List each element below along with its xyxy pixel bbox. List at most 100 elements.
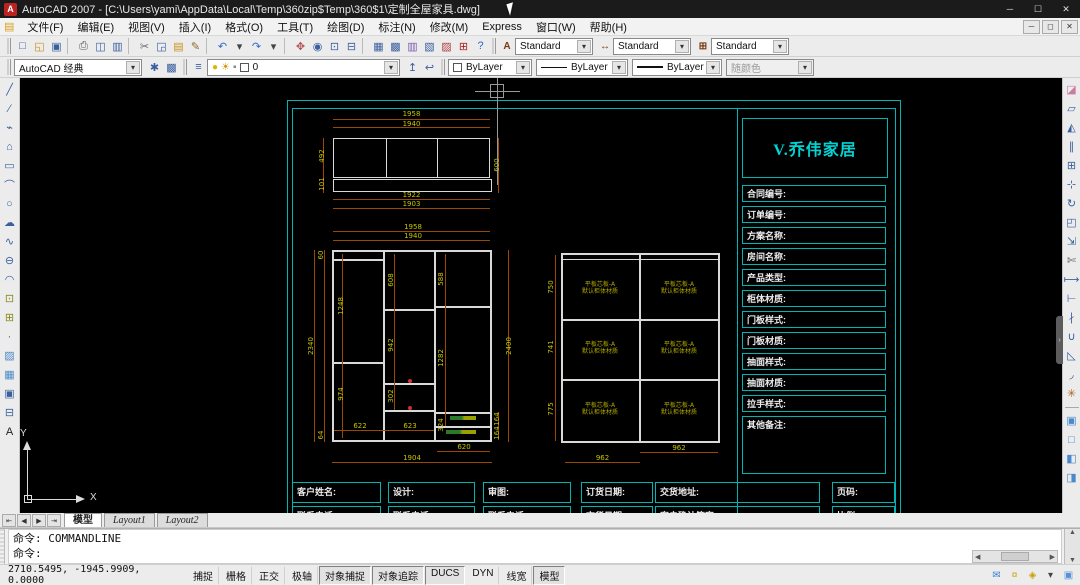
plot-icon[interactable]: ⎙	[75, 38, 92, 54]
chevron-down-icon[interactable]: ▾	[384, 61, 398, 74]
trim-icon[interactable]: ✄	[1064, 251, 1080, 270]
workspace-combo[interactable]: AutoCAD 经典 ▾	[14, 59, 142, 76]
ellipse-icon[interactable]: ⊖	[2, 251, 18, 270]
point-icon[interactable]: ·	[2, 327, 18, 346]
menu-draw[interactable]: 绘图(D)	[320, 18, 371, 35]
toggle-lineweight[interactable]: 线宽	[500, 566, 532, 585]
toolbar-grip[interactable]	[7, 38, 11, 54]
fillet-icon[interactable]: ◞	[1064, 365, 1080, 384]
polyline-icon[interactable]: ⌁	[2, 118, 18, 137]
hatch-icon[interactable]: ▨	[2, 346, 18, 365]
rotate-icon[interactable]: ↻	[1064, 194, 1080, 213]
toggle-ortho[interactable]: 正交	[253, 566, 285, 585]
table-style-icon[interactable]: ⊞	[695, 38, 711, 54]
line-icon[interactable]: ╱	[2, 80, 18, 99]
circle-icon[interactable]: ○	[2, 194, 18, 213]
layer-lock-icon[interactable]: ▪	[233, 62, 237, 73]
extend-icon[interactable]: ⟼	[1064, 270, 1080, 289]
dim-style-icon[interactable]: ↔	[597, 38, 613, 54]
zoom-previous-icon[interactable]: ⊟	[343, 38, 360, 54]
menu-tools[interactable]: 工具(T)	[270, 18, 320, 35]
communication-center-icon[interactable]: ✉	[989, 568, 1004, 583]
layer-combo[interactable]: ● ☀ ▪ 0 ▾	[207, 59, 400, 76]
menu-dimension[interactable]: 标注(N)	[371, 18, 422, 35]
region-icon[interactable]: ▣	[2, 384, 18, 403]
linetype-combo[interactable]: ByLayer ▾	[536, 59, 628, 76]
spline-icon[interactable]: ∿	[2, 232, 18, 251]
mtext-icon[interactable]: A	[2, 422, 18, 441]
toolbar-grip[interactable]	[492, 38, 496, 54]
chevron-down-icon[interactable]: ▾	[126, 61, 140, 74]
revision-cloud-icon[interactable]: ☁	[2, 213, 18, 232]
status-menu-arrow-icon[interactable]: ▾	[1043, 568, 1058, 583]
chevron-down-icon[interactable]: ▾	[706, 61, 720, 74]
tab-prev-button[interactable]: ◀	[17, 514, 31, 527]
toggle-polar[interactable]: 极轴	[286, 566, 318, 585]
layer-properties-icon[interactable]: ≡	[190, 59, 207, 75]
workspace-settings-icon[interactable]: ✱	[146, 59, 163, 75]
designcenter-icon[interactable]: ▩	[387, 38, 404, 54]
move-icon[interactable]: ⊹	[1064, 175, 1080, 194]
clean-screen-icon[interactable]: ▣	[1061, 568, 1076, 583]
save-icon[interactable]: ▣	[48, 38, 65, 54]
toggle-dyn[interactable]: DYN	[466, 566, 499, 585]
doc-restore-button[interactable]: ◻	[1042, 20, 1059, 34]
undo-icon[interactable]: ↶	[214, 38, 231, 54]
mirror-icon[interactable]: ◭	[1064, 118, 1080, 137]
stretch-icon[interactable]: ⇲	[1064, 232, 1080, 251]
layer-previous-icon[interactable]: ↩	[421, 59, 438, 75]
scale-icon[interactable]: ◰	[1064, 213, 1080, 232]
open-icon[interactable]: ◱	[31, 38, 48, 54]
ellipse-arc-icon[interactable]: ◠	[2, 270, 18, 289]
drawing-canvas[interactable]: V.乔伟家居 合同编号:订单编号:方案名称:房间名称:产品类型:柜体材质:门板样…	[20, 78, 1062, 513]
chevron-down-icon[interactable]: ▾	[675, 40, 689, 53]
toolbar-unlock-icon[interactable]: ¤	[1007, 568, 1022, 583]
break-at-point-icon[interactable]: ⊢	[1064, 289, 1080, 308]
command-window-handle[interactable]	[0, 529, 5, 564]
close-button[interactable]: ✕	[1052, 0, 1080, 18]
zoom-realtime-icon[interactable]: ◉	[309, 38, 326, 54]
send-to-back-icon[interactable]: □	[1064, 430, 1080, 449]
menu-file[interactable]: 文件(F)	[20, 18, 70, 35]
match-properties-icon[interactable]: ✎	[187, 38, 204, 54]
make-block-icon[interactable]: ⊞	[2, 308, 18, 327]
doc-close-button[interactable]: ✕	[1061, 20, 1078, 34]
tab-first-button[interactable]: ⇤	[2, 514, 16, 527]
menu-window[interactable]: 窗口(W)	[529, 18, 583, 35]
join-icon[interactable]: ∪	[1064, 327, 1080, 346]
erase-icon[interactable]: ◪	[1064, 80, 1080, 99]
workspace-save-icon[interactable]: ▩	[163, 59, 180, 75]
properties-icon[interactable]: ▦	[370, 38, 387, 54]
construction-line-icon[interactable]: ∕	[2, 99, 18, 118]
gradient-icon[interactable]: ▦	[2, 365, 18, 384]
break-icon[interactable]: ∤	[1064, 308, 1080, 327]
toolbar-grip[interactable]	[441, 59, 445, 75]
chevron-down-icon[interactable]: ▾	[516, 61, 530, 74]
redo-arrow-icon[interactable]: ▾	[265, 38, 282, 54]
layer-freeze-sun-icon[interactable]: ☀	[221, 62, 230, 73]
menu-express[interactable]: Express	[475, 18, 529, 35]
tool-palettes-icon[interactable]: ▥	[404, 38, 421, 54]
menu-view[interactable]: 视图(V)	[121, 18, 172, 35]
zoom-window-icon[interactable]: ⊡	[326, 38, 343, 54]
chamfer-icon[interactable]: ◺	[1064, 346, 1080, 365]
color-combo[interactable]: ByLayer ▾	[448, 59, 532, 76]
rectangle-icon[interactable]: ▭	[2, 156, 18, 175]
tab-layout2[interactable]: Layout2	[157, 513, 208, 527]
maximize-button[interactable]: ☐	[1024, 0, 1052, 18]
menu-insert[interactable]: 插入(I)	[172, 18, 218, 35]
lineweight-combo[interactable]: ByLayer ▾	[632, 59, 722, 76]
command-vscrollbar[interactable]: ▲▼	[1064, 529, 1080, 564]
redo-icon[interactable]: ↷	[248, 38, 265, 54]
pan-icon[interactable]: ✥	[292, 38, 309, 54]
bring-above-icon[interactable]: ◧	[1064, 449, 1080, 468]
toggle-osnap[interactable]: 对象捕捉	[319, 566, 371, 585]
insert-block-icon[interactable]: ⊡	[2, 289, 18, 308]
dim-style-combo[interactable]: Standard ▾	[613, 38, 691, 55]
tab-layout1[interactable]: Layout1	[104, 513, 155, 527]
toolbar-grip[interactable]	[7, 59, 11, 75]
toggle-model[interactable]: 模型	[533, 566, 565, 585]
explode-icon[interactable]: ✳	[1064, 384, 1080, 403]
layer-on-bulb-icon[interactable]: ●	[212, 62, 218, 73]
array-icon[interactable]: ⊞	[1064, 156, 1080, 175]
